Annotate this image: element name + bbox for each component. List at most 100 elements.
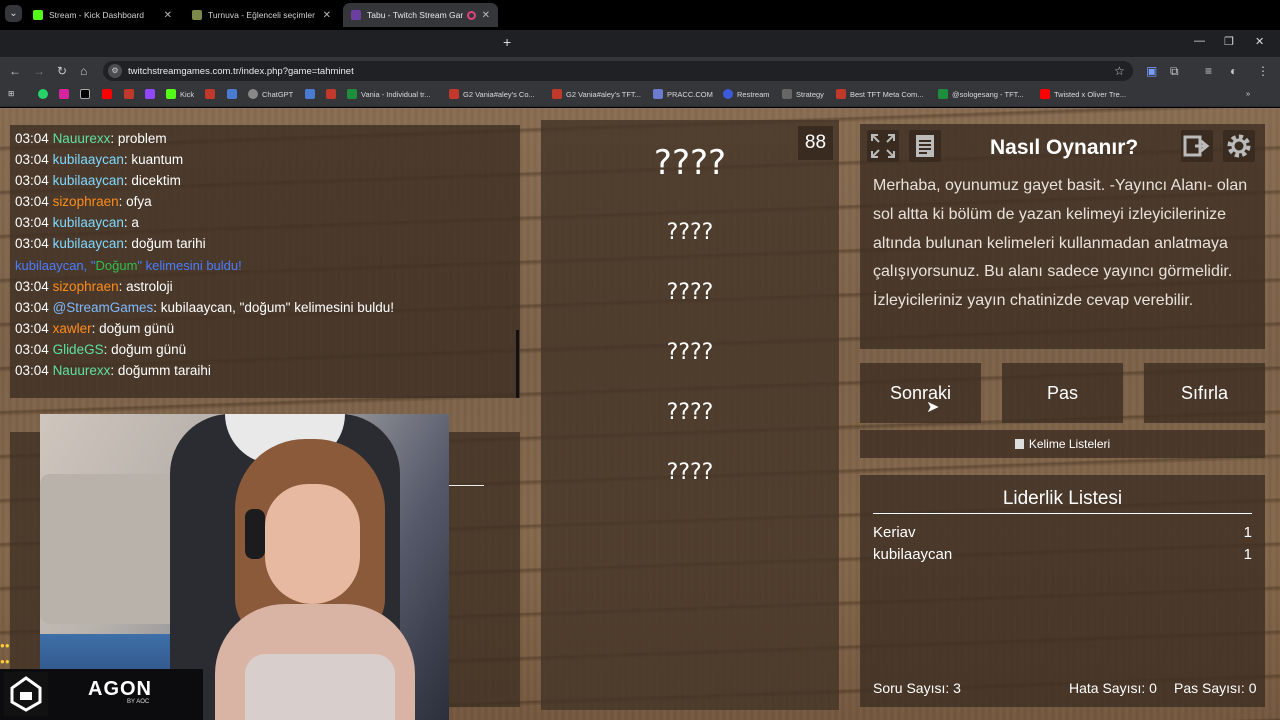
- bookmark-icon[interactable]: [305, 89, 319, 99]
- bookmark-icon[interactable]: [227, 89, 241, 99]
- chat-username[interactable]: Nauurexx: [53, 131, 111, 146]
- bookmark-g2-tft[interactable]: G2 Vania#aley's TFT...: [552, 89, 641, 99]
- chat-text: : doğum günü: [103, 342, 187, 357]
- chat-username[interactable]: @StreamGames: [53, 300, 154, 315]
- tab-kick-dashboard[interactable]: Stream - Kick Dashboard ✕: [25, 3, 180, 27]
- chat-username[interactable]: kubilaaycan: [53, 152, 124, 167]
- bookmark-vania[interactable]: Vania - Individual tr...: [347, 89, 430, 99]
- reset-button[interactable]: Sıfırla: [1144, 363, 1265, 423]
- bookmark-pracc[interactable]: PRACC.COM: [653, 89, 713, 99]
- chat-username[interactable]: Nauurexx: [53, 363, 111, 378]
- chat-username[interactable]: sizophraen: [53, 194, 119, 209]
- chat-message: 03:04 Nauurexx: doğumm taraihi: [15, 363, 211, 378]
- instagram-icon[interactable]: [59, 89, 73, 99]
- word-lists-button[interactable]: Kelime Listeleri: [860, 430, 1265, 458]
- bookmark-g2-co[interactable]: G2 Vania#aley's Co...: [449, 89, 535, 99]
- chat-message: 03:04 kubilaaycan: a: [15, 215, 139, 230]
- chat-time: 03:04: [15, 363, 49, 378]
- settings-icon[interactable]: [1223, 130, 1255, 162]
- bookmark-twisted[interactable]: Twisted x Oliver Tre...: [1040, 89, 1126, 99]
- youtube-icon[interactable]: [102, 89, 116, 99]
- bookmark-kick[interactable]: Kick: [166, 89, 194, 99]
- chat-text: : doğum tarihi: [123, 236, 206, 251]
- tumblr-icon[interactable]: [205, 89, 219, 99]
- minimize-icon[interactable]: —: [1194, 35, 1205, 47]
- chat-username[interactable]: sizophraen: [53, 279, 119, 294]
- chat-scrollbar[interactable]: [516, 330, 519, 398]
- site-icon: [351, 10, 361, 20]
- error-count: Hata Sayısı: 0: [1069, 680, 1157, 696]
- new-tab-icon[interactable]: +: [503, 34, 511, 50]
- recording-icon: [466, 10, 476, 20]
- window-close-icon[interactable]: ✕: [1255, 35, 1264, 48]
- system-message: kubilaaycan, "Doğum" kelimesini buldu!: [15, 258, 242, 273]
- pass-button[interactable]: Pas: [1002, 363, 1123, 423]
- next-button[interactable]: Sonraki: [860, 363, 981, 423]
- chat-time: 03:04: [15, 131, 49, 146]
- chat-username[interactable]: kubilaaycan: [53, 173, 124, 188]
- home-icon[interactable]: ⌂: [80, 64, 87, 78]
- chat-username[interactable]: xawler: [53, 321, 92, 336]
- apps-icon[interactable]: ⊞: [8, 89, 14, 98]
- close-icon[interactable]: ✕: [323, 10, 331, 21]
- twitch-icon[interactable]: [145, 89, 159, 99]
- document-icon[interactable]: [909, 130, 941, 162]
- fullscreen-icon[interactable]: [867, 130, 899, 162]
- chat-time: 03:04: [15, 321, 49, 336]
- chat-username[interactable]: GlideGS: [53, 342, 104, 357]
- url-text[interactable]: twitchstreamgames.com.tr/index.php?game=…: [128, 66, 354, 77]
- chat-text: : problem: [110, 131, 167, 146]
- bookmark-chatgpt[interactable]: ChatGPT: [248, 89, 293, 99]
- extensions-icon[interactable]: ⧉: [1170, 64, 1179, 79]
- chat-username[interactable]: kubilaaycan: [53, 215, 124, 230]
- back-icon[interactable]: ←: [9, 64, 21, 78]
- chat-text: : kubilaaycan, "doğum" kelimesini buldu!: [153, 300, 395, 315]
- tab-search-icon[interactable]: ⌄: [5, 5, 22, 22]
- more-bookmarks-icon[interactable]: »: [1246, 89, 1250, 98]
- tab-tabu[interactable]: Tabu - Twitch Stream Games ✕: [343, 3, 498, 27]
- g2-logo-icon: [4, 672, 48, 716]
- bookmark-restream[interactable]: Restream: [723, 89, 770, 99]
- agon-sub: BY AOC: [127, 699, 150, 705]
- chat-message: 03:04 xawler: doğum günü: [15, 321, 174, 336]
- bookmark-icon[interactable]: [326, 89, 340, 99]
- chat-text: : kuantum: [123, 152, 184, 167]
- chat-username[interactable]: kubilaaycan: [53, 236, 124, 251]
- taboo-word: ????: [666, 400, 714, 425]
- bookmark-sologesang[interactable]: @sologesang - TFT...: [938, 89, 1024, 99]
- bookmark-tft-meta[interactable]: Best TFT Meta Com...: [836, 89, 924, 99]
- how-to-title: Nasıl Oynanır?: [990, 136, 1139, 159]
- chat-text: : dicektim: [123, 173, 181, 188]
- pass-count: Pas Sayısı: 0: [1174, 680, 1257, 696]
- bookmark-icon[interactable]: [124, 89, 138, 99]
- taboo-word: ????: [666, 280, 714, 305]
- chat-text: : ofya: [118, 194, 152, 209]
- profile-icon[interactable]: ◐: [1230, 64, 1237, 78]
- media-icon[interactable]: ≡: [1205, 64, 1212, 78]
- close-icon[interactable]: ✕: [482, 10, 490, 21]
- divider: [873, 513, 1252, 514]
- chat-text: : astroloji: [118, 279, 173, 294]
- bookmark-strategy[interactable]: Strategy: [782, 89, 824, 99]
- translate-icon[interactable]: ▣: [1146, 64, 1157, 78]
- whatsapp-icon[interactable]: [38, 89, 52, 99]
- mouse-cursor: ➤: [926, 399, 940, 416]
- screen: ⌄ Stream - Kick Dashboard ✕ Turnuva - Eğ…: [0, 0, 1280, 720]
- tab-turnuva[interactable]: Turnuva - Eğlenceli seçimler ya ✕: [184, 3, 339, 27]
- forward-icon[interactable]: →: [33, 64, 45, 78]
- close-icon[interactable]: ✕: [164, 10, 172, 21]
- chat-time: 03:04: [15, 236, 49, 251]
- reload-icon[interactable]: ↻: [57, 64, 67, 78]
- chat-message: 03:04 kubilaaycan: kuantum: [15, 152, 183, 167]
- x-icon[interactable]: [80, 89, 94, 99]
- bookmark-star-icon[interactable]: ☆: [1114, 64, 1125, 78]
- chat-text: : doğum günü: [91, 321, 175, 336]
- taboo-word: ????: [666, 220, 714, 245]
- exit-icon[interactable]: [1181, 130, 1213, 162]
- menu-icon[interactable]: ⋮: [1257, 64, 1269, 78]
- leaderboard-title: Liderlik Listesi: [1002, 488, 1123, 509]
- chat-time: 03:04: [15, 300, 49, 315]
- maximize-icon[interactable]: ❐: [1224, 35, 1234, 48]
- site-info-icon[interactable]: ⚙: [108, 64, 122, 78]
- question-count: Soru Sayısı: 3: [873, 680, 961, 696]
